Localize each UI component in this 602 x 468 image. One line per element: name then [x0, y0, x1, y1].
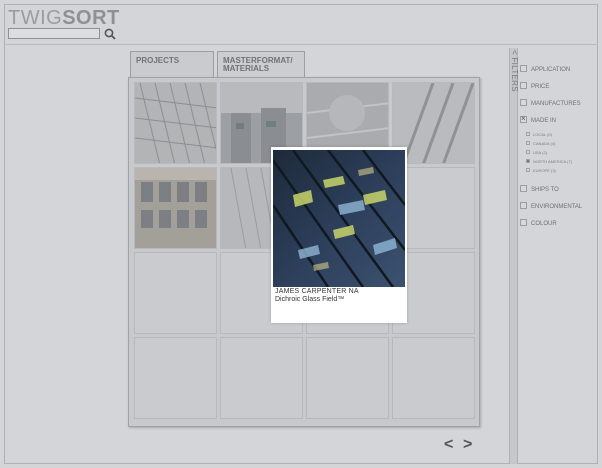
made-in-option-usa[interactable]: USA (2)	[526, 150, 547, 155]
filter-price[interactable]: PRICE	[520, 82, 549, 90]
option-label: CANADA (4)	[533, 141, 556, 146]
material-tile[interactable]	[134, 337, 217, 419]
filter-application[interactable]: APPLICATION	[520, 65, 570, 73]
filter-label: COLOUR	[531, 221, 557, 227]
previous-page-button[interactable]: <	[444, 436, 453, 454]
checkbox-icon[interactable]	[526, 150, 530, 154]
logo-bold-text: SORT	[62, 7, 120, 29]
material-tile[interactable]	[134, 252, 217, 334]
checkbox-checked-icon[interactable]	[526, 159, 530, 163]
option-label: NORTH AMERICA (7)	[533, 159, 573, 164]
material-tile[interactable]	[134, 82, 217, 164]
checkbox-checked-icon[interactable]	[520, 114, 527, 123]
tab-masterformat-materials[interactable]: MASTERFORMAT/ MATERIALS	[217, 51, 305, 77]
filter-made-in[interactable]: MADE IN	[520, 114, 557, 124]
filters-label[interactable]: < FILTERS	[509, 50, 519, 92]
filter-environmental[interactable]: ENVIRONMENTAL	[520, 202, 582, 210]
checkbox-icon[interactable]	[520, 202, 527, 209]
checkbox-icon[interactable]	[526, 168, 530, 172]
filter-label: APPLICATION	[531, 67, 571, 73]
filter-label: PRICE	[531, 84, 550, 90]
tab-materials-label-line2: MATERIALS	[223, 64, 270, 73]
material-tile[interactable]	[220, 337, 303, 419]
search-icon[interactable]	[103, 27, 117, 41]
material-preview-card[interactable]: JAMES CARPENTER NA Dichroic Glass Field™	[271, 147, 407, 323]
tab-projects[interactable]: PROJECTS	[130, 51, 214, 77]
filter-colour[interactable]: COLOUR	[520, 219, 557, 227]
search-input[interactable]	[8, 28, 100, 39]
next-page-button[interactable]: >	[463, 436, 472, 454]
checkbox-icon[interactable]	[520, 219, 527, 226]
option-label: USA (2)	[533, 150, 548, 155]
filter-ships-to[interactable]: SHIPS TO	[520, 185, 559, 193]
checkbox-icon[interactable]	[526, 141, 530, 145]
material-thumbnail	[135, 83, 216, 163]
filter-label: SHIPS TO	[531, 187, 559, 193]
header-divider	[4, 44, 598, 45]
material-thumbnail	[135, 168, 216, 248]
filter-label: MADE IN	[531, 118, 557, 124]
filters-toggle-strip[interactable]	[509, 48, 518, 464]
option-label: LOCAL (0)	[533, 132, 552, 137]
tab-projects-label: PROJECTS	[136, 56, 180, 65]
material-tile[interactable]	[392, 337, 475, 419]
checkbox-icon[interactable]	[520, 82, 527, 89]
made-in-option-north-america[interactable]: NORTH AMERICA (7)	[526, 159, 572, 164]
checkbox-icon[interactable]	[520, 185, 527, 192]
preview-product: Dichroic Glass Field™	[275, 296, 345, 303]
filter-label: MANUFACTURES	[531, 101, 581, 107]
checkbox-icon[interactable]	[520, 99, 527, 106]
material-tile[interactable]	[306, 337, 389, 419]
material-preview-image	[273, 150, 405, 287]
checkbox-icon[interactable]	[520, 65, 527, 72]
preview-company: JAMES CARPENTER NA	[275, 288, 359, 295]
material-tile[interactable]	[134, 167, 217, 249]
filter-manufactures[interactable]: MANUFACTURES	[520, 99, 581, 107]
filter-label: ENVIRONMENTAL	[531, 204, 583, 210]
made-in-option-europe[interactable]: EUROPE (3)	[526, 168, 556, 173]
checkbox-icon[interactable]	[526, 132, 530, 136]
option-label: EUROPE (3)	[533, 168, 556, 173]
made-in-option-local[interactable]: LOCAL (0)	[526, 132, 552, 137]
made-in-option-canada[interactable]: CANADA (4)	[526, 141, 555, 146]
logo-light-text: TWIG	[8, 7, 63, 29]
